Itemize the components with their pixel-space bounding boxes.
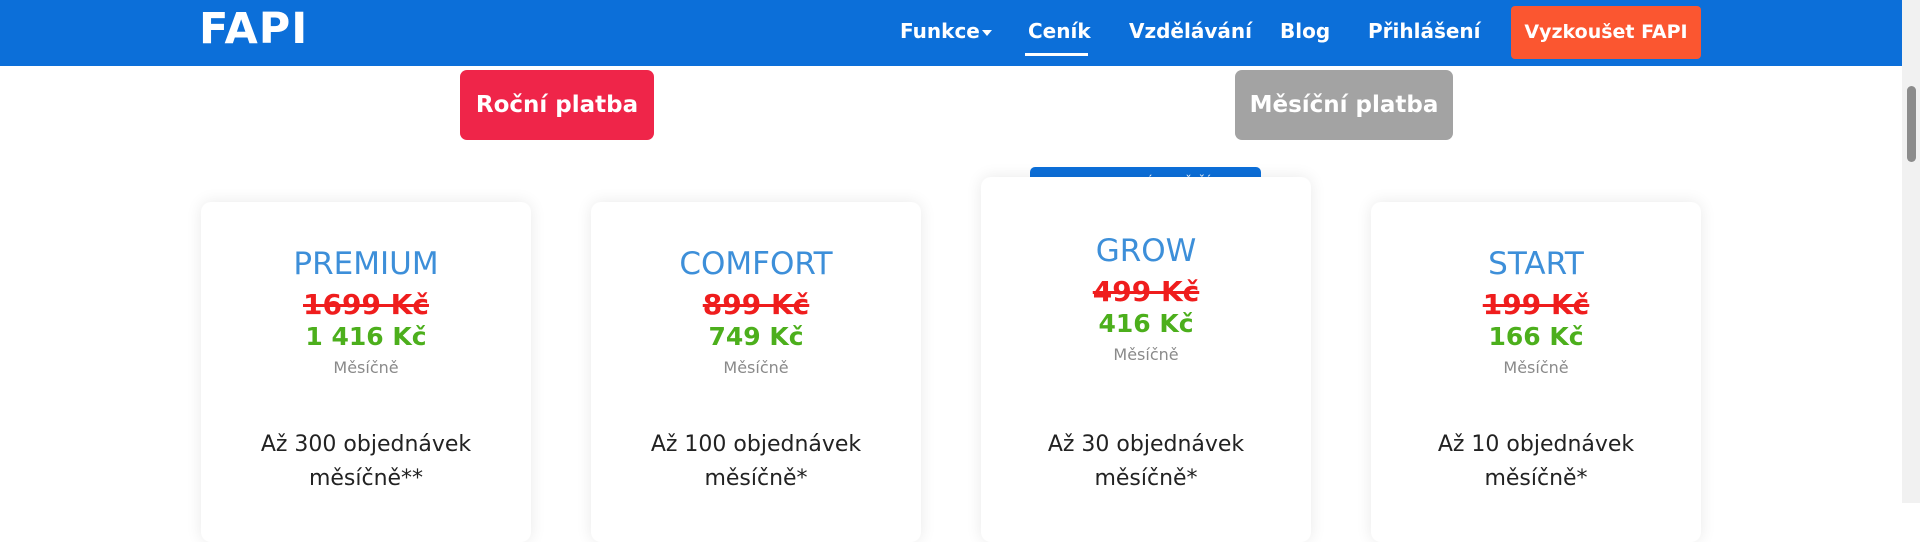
page-scrollbar[interactable] (1902, 0, 1920, 503)
plan-new-price: 166 Kč (1488, 322, 1584, 351)
plan-card-start: START 199 Kč 166 Kč Měsíčně Až 10 objedn… (1371, 202, 1701, 542)
plan-feature-line: Až 30 objednávek (1047, 432, 1245, 457)
plan-feature-line: měsíčně* (1094, 466, 1198, 491)
plan-feature-line: Až 100 objednávek (650, 432, 862, 457)
plan-period: Měsíčně (723, 358, 789, 377)
nav-prihlaseni[interactable]: Přihlášení (1368, 19, 1481, 43)
site-header: FAPI Funkce Ceník Vzdělávání Blog Přihlá… (0, 0, 1902, 66)
plan-name: GROW (1095, 233, 1197, 269)
plan-name: START (1488, 246, 1584, 282)
monthly-billing-button[interactable]: Měsíční platba (1235, 70, 1453, 140)
plan-feature: Až 300 objednávek měsíčně** (201, 428, 531, 496)
plan-feature: Až 10 objednávek měsíčně* (1371, 428, 1701, 496)
plan-old-price: 499 Kč (1092, 275, 1200, 308)
nav-active-indicator (1025, 53, 1088, 56)
plan-name: PREMIUM (293, 246, 439, 282)
plan-period: Měsíčně (1113, 345, 1179, 364)
plan-feature-line: Až 10 objednávek (1437, 432, 1635, 457)
chevron-down-icon[interactable] (982, 30, 992, 36)
plan-new-price: 749 Kč (708, 322, 804, 351)
plan-card-grow: GROW 499 Kč 416 Kč Měsíčně Až 30 objedná… (981, 177, 1311, 542)
plan-card-comfort: COMFORT 899 Kč 749 Kč Měsíčně Až 100 obj… (591, 202, 921, 542)
yearly-billing-button[interactable]: Roční platba (460, 70, 654, 140)
fapi-logo[interactable]: FAPI (199, 4, 308, 54)
plan-feature: Až 30 objednávek měsíčně* (981, 428, 1311, 496)
nav-cenik[interactable]: Ceník (1028, 19, 1091, 43)
plan-old-price: 1699 Kč (303, 288, 429, 321)
nav-funkce[interactable]: Funkce (900, 19, 980, 43)
plan-card-premium: PREMIUM 1699 Kč 1 416 Kč Měsíčně Až 300 … (201, 202, 531, 542)
plan-period: Měsíčně (1503, 358, 1569, 377)
plan-feature-line: Až 300 objednávek (260, 432, 472, 457)
plan-feature-line: měsíčně* (704, 466, 808, 491)
plan-period: Měsíčně (333, 358, 399, 377)
nav-vzdelavani[interactable]: Vzdělávání (1129, 19, 1252, 43)
try-fapi-button[interactable]: Vyzkoušet FAPI (1511, 6, 1701, 59)
plan-old-price: 899 Kč (702, 288, 810, 321)
plan-feature: Až 100 objednávek měsíčně* (591, 428, 921, 496)
plan-name: COMFORT (679, 246, 833, 282)
plan-feature-line: měsíčně** (308, 466, 424, 491)
nav-blog[interactable]: Blog (1280, 19, 1330, 43)
plan-new-price: 416 Kč (1098, 309, 1194, 338)
plan-new-price: 1 416 Kč (305, 322, 427, 351)
plan-old-price: 199 Kč (1482, 288, 1590, 321)
plan-feature-line: měsíčně* (1484, 466, 1588, 491)
scrollbar-thumb[interactable] (1907, 86, 1916, 162)
